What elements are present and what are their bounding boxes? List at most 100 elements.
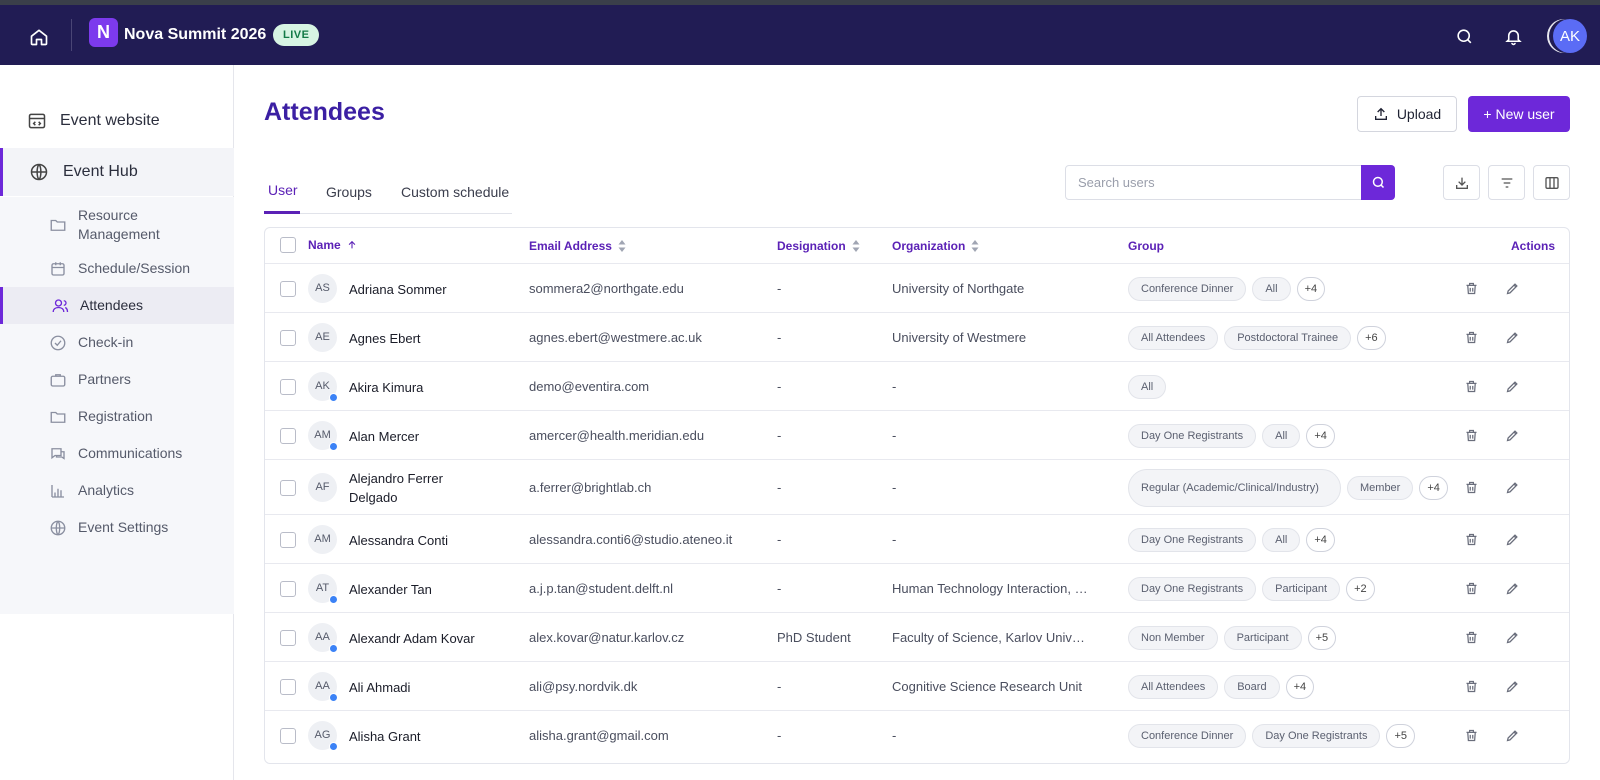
group-chip[interactable]: All bbox=[1262, 527, 1301, 552]
column-header-designation[interactable]: Designation bbox=[777, 239, 860, 253]
group-chip[interactable]: Conference Dinner bbox=[1128, 276, 1247, 301]
delete-icon[interactable] bbox=[1460, 578, 1482, 600]
download-button[interactable] bbox=[1443, 165, 1480, 200]
table-row[interactable]: AM Alan Mercer amercer@health.meridian.edu… bbox=[265, 410, 1569, 459]
group-chip[interactable]: All Attendees bbox=[1128, 325, 1219, 350]
group-chip[interactable]: Day One Registrants bbox=[1252, 723, 1381, 748]
upload-button[interactable]: Upload bbox=[1357, 96, 1457, 132]
edit-icon[interactable] bbox=[1501, 278, 1523, 300]
group-chip[interactable]: Member bbox=[1347, 475, 1414, 500]
delete-icon[interactable] bbox=[1460, 376, 1482, 398]
table-row[interactable]: AG Alisha Grant alisha.grant@gmail.com - - Co… bbox=[265, 710, 1569, 759]
group-chip[interactable]: Day One Registrants bbox=[1128, 423, 1257, 448]
edit-icon[interactable] bbox=[1501, 627, 1523, 649]
row-checkbox[interactable] bbox=[280, 678, 296, 695]
group-chip[interactable]: Participant bbox=[1262, 576, 1341, 601]
row-checkbox[interactable] bbox=[280, 479, 296, 496]
more-groups-chip[interactable]: +5 bbox=[1307, 625, 1337, 650]
group-chip[interactable]: All Attendees bbox=[1128, 674, 1219, 699]
delete-icon[interactable] bbox=[1460, 327, 1482, 349]
group-chip[interactable]: Day One Registrants bbox=[1128, 576, 1257, 601]
columns-button[interactable] bbox=[1533, 165, 1570, 200]
search-submit-button[interactable] bbox=[1361, 165, 1395, 200]
row-checkbox[interactable] bbox=[280, 629, 296, 646]
filter-button[interactable] bbox=[1488, 165, 1525, 200]
edit-icon[interactable] bbox=[1501, 477, 1523, 499]
attendee-name[interactable]: Akira Kimura bbox=[349, 378, 479, 397]
sidebar-item-resource-management[interactable]: Resource Management bbox=[0, 201, 234, 249]
table-row[interactable]: AE Agnes Ebert agnes.ebert@westmere.ac.uk -… bbox=[265, 312, 1569, 361]
attendee-name[interactable]: Alan Mercer bbox=[349, 427, 479, 446]
edit-icon[interactable] bbox=[1501, 725, 1523, 747]
edit-icon[interactable] bbox=[1501, 327, 1523, 349]
more-groups-chip[interactable]: +4 bbox=[1285, 674, 1315, 699]
edit-icon[interactable] bbox=[1501, 676, 1523, 698]
group-chip[interactable]: All bbox=[1128, 374, 1167, 399]
sidebar-item-schedule-session[interactable]: Schedule/Session bbox=[0, 250, 234, 287]
sidebar-item-event-hub[interactable]: Event Hub bbox=[0, 148, 234, 196]
sidebar-item-partners[interactable]: Partners bbox=[0, 361, 234, 398]
more-groups-chip[interactable]: +4 bbox=[1419, 475, 1448, 500]
row-checkbox[interactable] bbox=[280, 580, 296, 597]
group-chip[interactable]: Day One Registrants bbox=[1128, 527, 1257, 552]
more-groups-chip[interactable]: +4 bbox=[1296, 276, 1326, 301]
new-user-button[interactable]: + New user bbox=[1468, 96, 1570, 132]
attendee-name[interactable]: Adriana Sommer bbox=[349, 280, 479, 299]
tab-custom-schedule[interactable]: Custom schedule bbox=[401, 184, 509, 200]
row-checkbox[interactable] bbox=[280, 727, 296, 744]
table-row[interactable]: AF Alejandro Ferrer Delgado a.ferrer@brigh… bbox=[265, 459, 1569, 514]
edit-icon[interactable] bbox=[1501, 425, 1523, 447]
home-icon[interactable] bbox=[27, 25, 51, 49]
table-row[interactable]: AA Alexandr Adam Kovar alex.kovar@natur.ka… bbox=[265, 612, 1569, 661]
table-row[interactable]: AT Alexander Tan a.j.p.tan@student.delft.n… bbox=[265, 563, 1569, 612]
delete-icon[interactable] bbox=[1460, 477, 1482, 499]
search-input[interactable] bbox=[1066, 166, 1362, 199]
sidebar-item-communications[interactable]: Communications bbox=[0, 435, 234, 472]
group-chip[interactable]: Postdoctoral Trainee bbox=[1224, 325, 1352, 350]
sidebar-item-check-in[interactable]: Check-in bbox=[0, 324, 234, 361]
sidebar-item-analytics[interactable]: Analytics bbox=[0, 472, 234, 509]
attendee-name[interactable]: Agnes Ebert bbox=[349, 329, 479, 348]
table-row[interactable]: AS Adriana Sommer sommera2@northgate.edu - U… bbox=[265, 263, 1569, 312]
more-groups-chip[interactable]: +6 bbox=[1357, 325, 1386, 350]
attendee-name[interactable]: Alejandro Ferrer Delgado bbox=[349, 469, 479, 507]
more-groups-chip[interactable]: +4 bbox=[1306, 527, 1335, 552]
table-row[interactable]: AA Ali Ahmadi ali@psy.nordvik.dk - Cognitive… bbox=[265, 661, 1569, 710]
sidebar-item-attendees[interactable]: Attendees bbox=[0, 287, 234, 324]
edit-icon[interactable] bbox=[1501, 376, 1523, 398]
table-row[interactable]: AM Alessandra Conti alessandra.conti6@stud… bbox=[265, 514, 1569, 563]
event-logo[interactable]: N bbox=[89, 18, 118, 47]
delete-icon[interactable] bbox=[1460, 278, 1482, 300]
row-checkbox[interactable] bbox=[280, 427, 296, 444]
group-chip[interactable]: All bbox=[1262, 423, 1301, 448]
delete-icon[interactable] bbox=[1460, 529, 1482, 551]
tab-user[interactable]: User bbox=[268, 182, 298, 198]
column-header-name[interactable]: Name bbox=[308, 238, 357, 252]
group-chip[interactable]: Participant bbox=[1223, 625, 1302, 650]
user-avatar[interactable]: AK bbox=[1553, 19, 1587, 53]
group-chip[interactable]: All bbox=[1252, 276, 1291, 301]
delete-icon[interactable] bbox=[1460, 425, 1482, 447]
sidebar-item-registration[interactable]: Registration bbox=[0, 398, 234, 435]
search-icon[interactable] bbox=[1453, 25, 1475, 47]
attendee-name[interactable]: Alexandr Adam Kovar bbox=[349, 629, 479, 648]
row-checkbox[interactable] bbox=[280, 329, 296, 346]
row-checkbox[interactable] bbox=[280, 531, 296, 548]
table-row[interactable]: AK Akira Kimura demo@eventira.com - - All bbox=[265, 361, 1569, 410]
group-chip[interactable]: Non Member bbox=[1128, 625, 1218, 650]
more-groups-chip[interactable]: +2 bbox=[1346, 576, 1375, 601]
notification-bell-icon[interactable] bbox=[1502, 25, 1524, 47]
event-name[interactable]: Nova Summit 2026 bbox=[124, 26, 266, 44]
delete-icon[interactable] bbox=[1460, 725, 1482, 747]
more-groups-chip[interactable]: +5 bbox=[1386, 723, 1415, 748]
group-chip[interactable]: Regular (Academic/Clinical/Industry) bbox=[1128, 468, 1341, 507]
attendee-name[interactable]: Alisha Grant bbox=[349, 727, 479, 746]
column-header-organization[interactable]: Organization bbox=[892, 239, 979, 253]
column-header-email[interactable]: Email Address bbox=[529, 239, 626, 253]
more-groups-chip[interactable]: +4 bbox=[1306, 423, 1335, 448]
attendee-name[interactable]: Ali Ahmadi bbox=[349, 678, 479, 697]
attendee-name[interactable]: Alessandra Conti bbox=[349, 531, 479, 550]
sidebar-item-event-website[interactable]: Event website bbox=[0, 97, 234, 145]
group-chip[interactable]: Conference Dinner bbox=[1128, 723, 1247, 748]
sidebar-item-event-settings[interactable]: Event Settings bbox=[0, 509, 234, 546]
